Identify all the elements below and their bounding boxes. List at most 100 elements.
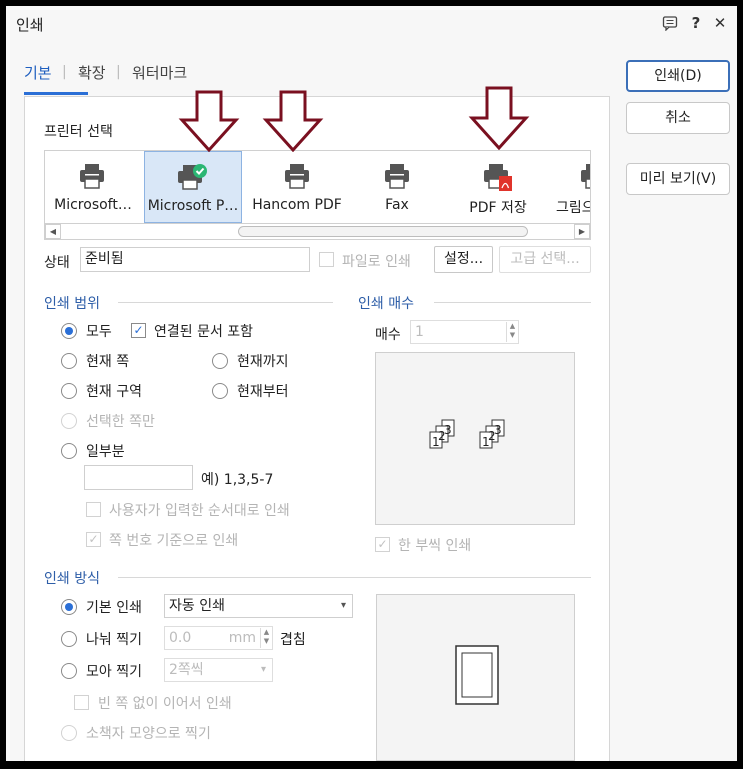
split-value: 0.0 [169, 630, 192, 646]
no-blank-checkbox[interactable] [74, 695, 89, 710]
method-basic-radio[interactable] [61, 599, 77, 615]
method-basic-label: 기본 인쇄 [86, 600, 142, 616]
annotation-arrow-icon [178, 90, 240, 152]
printer-icon [80, 164, 104, 189]
printer-select-label: 프린터 선택 [44, 124, 113, 140]
printer-item[interactable]: 그림으 [550, 151, 591, 223]
collate-label: 한 부씩 인쇄 [398, 538, 472, 554]
printer-icon [581, 164, 590, 189]
spin-up-icon[interactable]: ▲ [261, 628, 272, 637]
printer-name: Fax [385, 197, 409, 213]
section-divider [118, 302, 333, 303]
printer-item[interactable]: Microsoft… [45, 151, 141, 223]
gather-select[interactable]: 2쪽씩 ▾ [164, 658, 273, 682]
page-digit: 3 [444, 423, 452, 437]
range-current-section-radio[interactable] [61, 383, 77, 399]
spin-down-icon[interactable]: ▼ [507, 331, 518, 340]
title-bar: 인쇄 ? ✕ [6, 6, 737, 40]
help-icon[interactable]: ? [686, 12, 706, 34]
printer-icon [385, 164, 409, 189]
scroll-thumb[interactable] [238, 226, 528, 237]
printer-item[interactable]: Fax [355, 151, 439, 223]
status-value: 준비됨 [80, 247, 310, 272]
chevron-down-icon: ▾ [340, 600, 346, 611]
printer-item[interactable]: PDF 저장 [455, 151, 541, 223]
printer-list[interactable]: Microsoft… Microsoft P… Hancom PDF Fax P… [44, 150, 591, 224]
range-selected-only-label: 선택한 쪽만 [86, 414, 155, 430]
tab-watermark[interactable]: 워터마크 [132, 62, 187, 83]
range-partial-radio[interactable] [61, 443, 77, 459]
page-digit: 3 [494, 423, 502, 437]
copies-preview: 1 2 3 1 2 3 [375, 352, 575, 525]
range-current-section-label: 현재 구역 [86, 384, 142, 400]
copies-stepper[interactable]: 1 ▲ ▼ [410, 320, 519, 344]
method-preview [376, 594, 575, 761]
printer-icon [285, 164, 309, 189]
method-gather-label: 모아 찍기 [86, 664, 142, 680]
printer-name: PDF 저장 [469, 200, 527, 216]
method-split-label: 나눠 찍기 [86, 632, 142, 648]
tab-basic[interactable]: 기본 [24, 62, 52, 83]
page-number-order-checkbox[interactable]: ✓ [86, 532, 101, 547]
range-all-label: 모두 [86, 324, 112, 340]
collate-preview-icon: 1 2 3 1 2 3 [429, 419, 505, 449]
annotation-arrow-icon [262, 90, 324, 152]
range-from-current-radio[interactable] [212, 383, 228, 399]
print-to-file-checkbox[interactable] [319, 252, 334, 267]
settings-button[interactable]: 설정... [434, 246, 493, 273]
cancel-button[interactable]: 취소 [626, 102, 730, 134]
range-up-to-current-radio[interactable] [212, 353, 228, 369]
copies-value: 1 [415, 324, 424, 340]
range-up-to-current-label: 현재까지 [237, 354, 289, 370]
method-booklet-radio[interactable] [61, 725, 77, 741]
scroll-left-button[interactable]: ◀ [45, 224, 61, 239]
print-method-title: 인쇄 방식 [44, 571, 100, 587]
printer-pdf-icon [484, 164, 512, 191]
printer-item-selected[interactable]: Microsoft P… [144, 151, 242, 223]
print-range-title: 인쇄 범위 [44, 296, 100, 312]
comment-icon[interactable] [660, 12, 680, 34]
include-linked-checkbox[interactable]: ✓ [131, 323, 146, 338]
copies-spin-buttons[interactable]: ▲ ▼ [506, 322, 518, 342]
collate-checkbox[interactable]: ✓ [375, 537, 390, 552]
close-icon[interactable]: ✕ [710, 12, 730, 34]
method-split-radio[interactable] [61, 631, 77, 647]
section-divider [434, 302, 591, 303]
user-order-checkbox[interactable] [86, 502, 101, 517]
no-blank-label: 빈 쪽 없이 이어서 인쇄 [98, 696, 232, 712]
range-all-radio[interactable] [61, 323, 77, 339]
tab-extended[interactable]: 확장 [78, 62, 106, 83]
spin-up-icon[interactable]: ▲ [507, 322, 518, 331]
printer-name: 그림으 [556, 200, 591, 216]
partial-pages-input[interactable] [84, 465, 193, 490]
printer-name: Microsoft P… [147, 198, 239, 214]
print-button[interactable]: 인쇄(D) [626, 60, 730, 92]
print-dialog: 인쇄 ? ✕ 기본 | 확장 | 워터마크 인쇄(D) 취소 미리 보기(V) … [6, 6, 737, 761]
method-gather-radio[interactable] [61, 663, 77, 679]
page-preview-icon [455, 645, 499, 705]
split-spin-buttons[interactable]: ▲ ▼ [260, 628, 272, 648]
user-order-label: 사용자가 입력한 순서대로 인쇄 [109, 503, 290, 519]
annotation-arrow-icon [468, 86, 530, 150]
basic-mode-select[interactable]: 자동 인쇄 ▾ [164, 594, 353, 618]
tab-separator: | [116, 64, 121, 80]
partial-example-text: 예) 1,3,5-7 [201, 472, 274, 488]
split-unit: mm [228, 630, 256, 646]
preview-button[interactable]: 미리 보기(V) [626, 163, 730, 195]
chevron-down-icon: ▾ [260, 664, 266, 675]
spin-down-icon[interactable]: ▼ [261, 637, 272, 646]
print-to-file-label: 파일로 인쇄 [342, 254, 411, 270]
printer-item[interactable]: Hancom PDF [245, 151, 349, 223]
range-current-page-radio[interactable] [61, 353, 77, 369]
advanced-button[interactable]: 고급 선택... [499, 246, 591, 273]
split-value-stepper[interactable]: 0.0 mm ▲ ▼ [164, 626, 273, 650]
range-current-page-label: 현재 쪽 [86, 354, 130, 370]
printer-name: Microsoft… [54, 197, 132, 213]
range-selected-only-radio[interactable] [61, 413, 77, 429]
method-booklet-label: 소책자 모양으로 찍기 [86, 726, 211, 742]
range-from-current-label: 현재부터 [237, 384, 289, 400]
printer-default-icon [178, 164, 207, 190]
printer-list-scrollbar[interactable]: ◀ ▶ [44, 224, 591, 240]
scroll-right-button[interactable]: ▶ [574, 224, 590, 239]
copies-title: 인쇄 매수 [358, 296, 414, 312]
